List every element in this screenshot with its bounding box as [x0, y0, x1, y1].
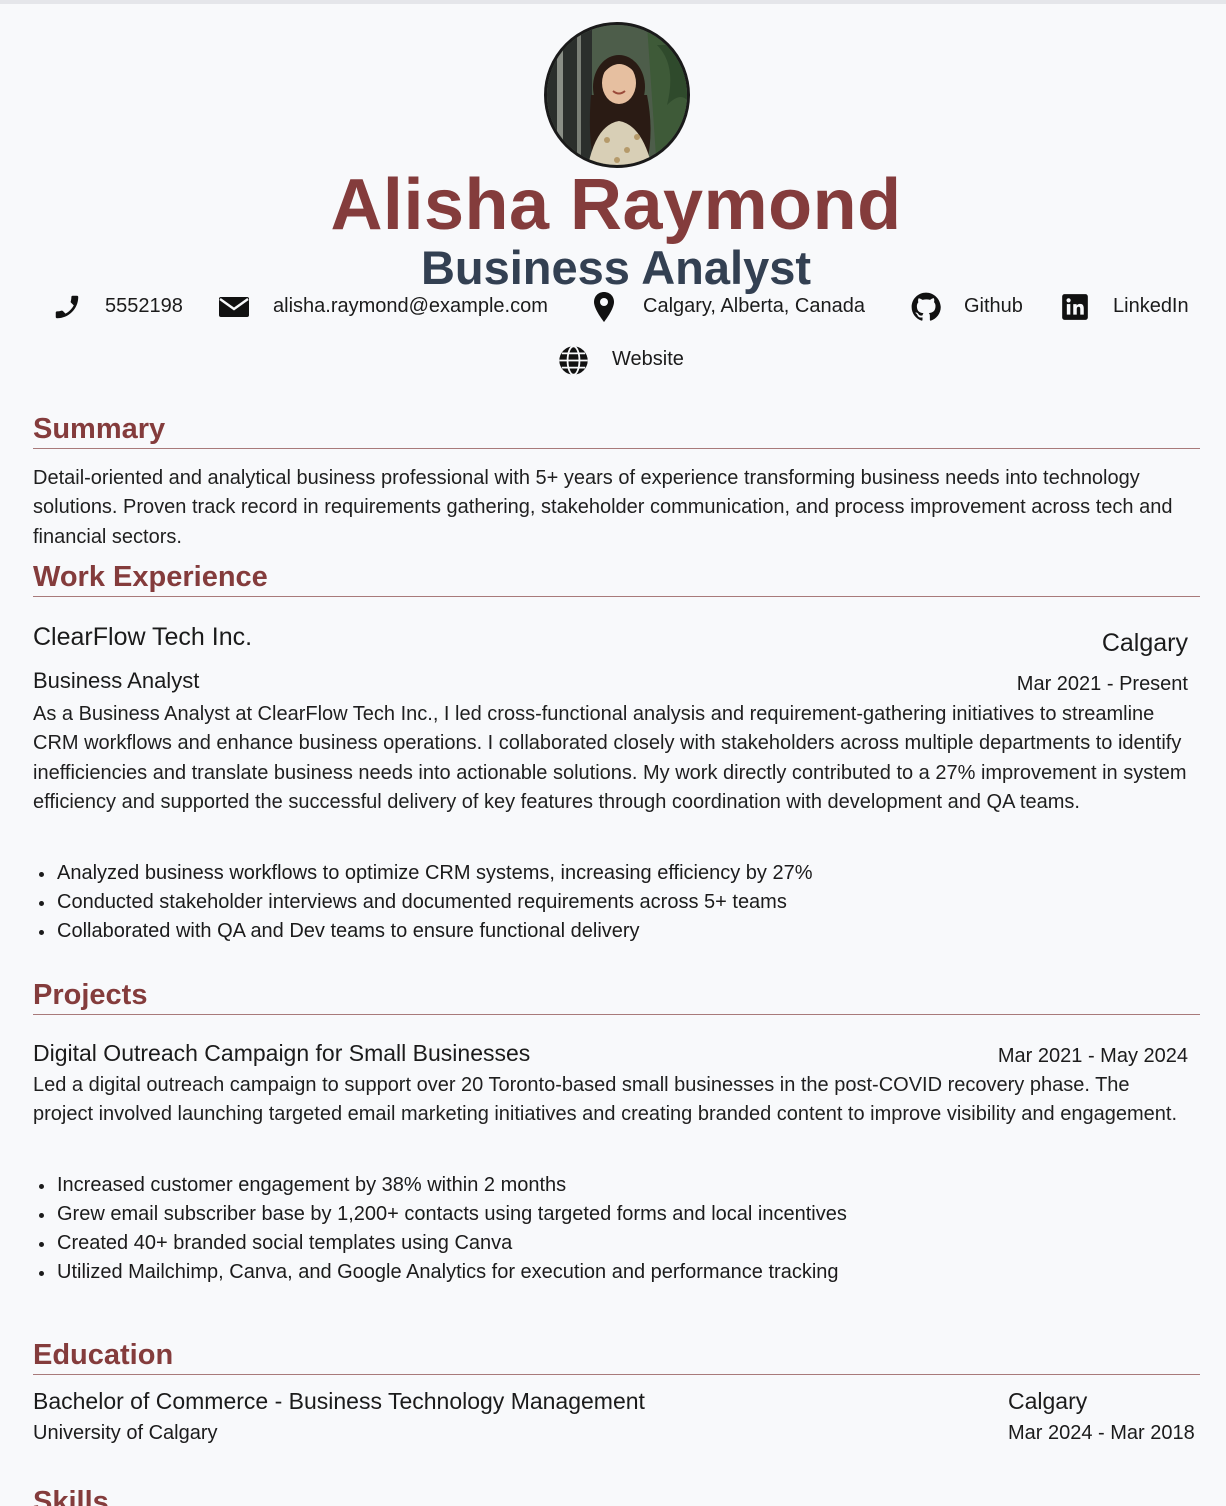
section-heading-skills: Skills [33, 1486, 109, 1506]
list-item: Utilized Mailchimp, Canva, and Google An… [33, 1258, 1193, 1287]
contact-github-text: Github [964, 295, 1023, 317]
job-dates: Mar 2021 - Present [1016, 673, 1188, 695]
contact-location[interactable]: Calgary, Alberta, Canada [592, 287, 865, 327]
contact-email[interactable]: alisha.raymond@example.com [218, 287, 548, 327]
education-school: University of Calgary [33, 1422, 218, 1444]
list-item: Conducted stakeholder interviews and doc… [33, 888, 1193, 917]
contact-website[interactable]: Website [558, 340, 684, 380]
education-location: Calgary [1008, 1388, 1088, 1414]
contact-linkedin-text: LinkedIn [1113, 295, 1189, 317]
phone-icon [52, 292, 82, 322]
location-pin-icon [592, 291, 616, 323]
job-role: Business Analyst [33, 668, 200, 693]
project-description: Led a digital outreach campaign to suppo… [33, 1074, 1177, 1126]
linkedin-icon [1061, 293, 1089, 321]
globe-icon [558, 344, 589, 376]
list-item: Analyzed business workflows to optimize … [33, 859, 1193, 888]
list-item: Grew email subscriber base by 1,200+ con… [33, 1200, 1193, 1229]
project-name: Digital Outreach Campaign for Small Busi… [33, 1040, 531, 1066]
education-degree: Bachelor of Commerce - Business Technolo… [33, 1388, 645, 1414]
contact-phone-text: 5552198 [105, 295, 183, 317]
summary-text: Detail-oriented and analytical business … [33, 467, 1173, 548]
contact-phone[interactable]: 5552198 [52, 287, 183, 327]
contact-website-text: Website [612, 348, 684, 370]
list-item: Increased customer engagement by 38% wit… [33, 1171, 1193, 1200]
resume-page: Alisha Raymond Business Analyst 5552198 … [0, 0, 1226, 1506]
candidate-name: Alisha Raymond [330, 165, 902, 245]
section-heading-work: Work Experience [33, 561, 1200, 597]
github-icon [911, 292, 941, 322]
section-heading-education: Education [33, 1339, 1200, 1375]
section-heading-projects: Projects [33, 979, 1200, 1015]
education-dates: Mar 2024 - Mar 2018 [1008, 1422, 1195, 1444]
contact-location-text: Calgary, Alberta, Canada [643, 295, 865, 317]
email-icon [218, 292, 250, 322]
contact-email-text: alisha.raymond@example.com [273, 295, 548, 317]
contact-github[interactable]: Github [911, 287, 1023, 327]
contact-row: 5552198 alisha.raymond@example.com Calga… [0, 287, 1226, 327]
project-dates: Mar 2021 - May 2024 [997, 1045, 1188, 1067]
avatar [544, 22, 690, 168]
section-heading-summary: Summary [33, 413, 1200, 449]
contact-linkedin[interactable]: LinkedIn [1061, 287, 1189, 327]
list-item: Collaborated with QA and Dev teams to en… [33, 917, 1193, 946]
job-description: As a Business Analyst at ClearFlow Tech … [33, 703, 1187, 814]
top-border [0, 0, 1226, 4]
project-bullets: Increased customer engagement by 38% wit… [33, 1171, 1193, 1287]
list-item: Created 40+ branded social templates usi… [33, 1229, 1193, 1258]
job-company: ClearFlow Tech Inc. [33, 623, 253, 651]
job-location: Calgary [1101, 629, 1188, 657]
job-bullets: Analyzed business workflows to optimize … [33, 859, 1193, 946]
contact-row-2: Website [0, 340, 1226, 380]
